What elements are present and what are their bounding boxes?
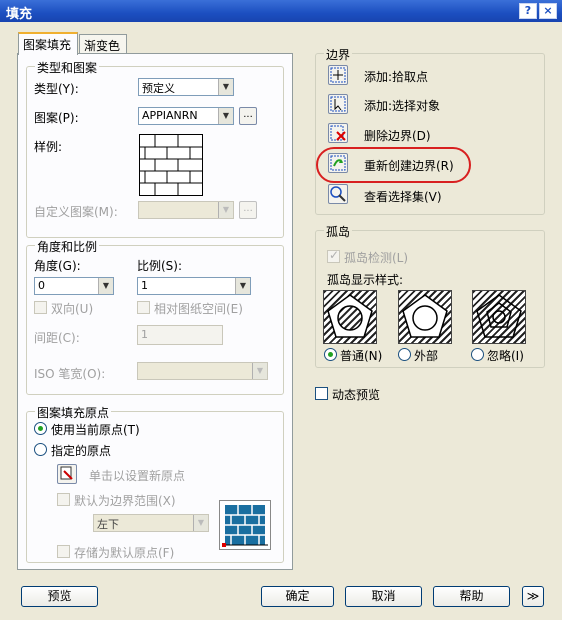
custom-pattern-select[interactable]: ▼ — [138, 201, 234, 219]
iso-pen-label: ISO 笔宽(O): — [34, 367, 106, 381]
island-ignore-icon — [476, 294, 522, 338]
brick-pattern-icon — [140, 135, 202, 195]
custom-pattern-label: 自定义图案(M): — [34, 205, 118, 219]
store-default-label: 存储为默认原点(F) — [74, 546, 175, 560]
preview-button[interactable]: 预览 — [21, 586, 98, 607]
scale-select-value: 1 — [141, 279, 148, 292]
tab-gradient[interactable]: 渐变色 — [79, 34, 127, 54]
cancel-button[interactable]: 取消 — [345, 586, 422, 607]
islands-title: 孤岛 — [324, 223, 353, 240]
island-normal-preview[interactable] — [323, 290, 377, 344]
scale-select[interactable]: 1 ▼ — [137, 277, 251, 295]
close-icon[interactable]: × — [539, 3, 557, 19]
spacing-input[interactable]: 1 — [137, 325, 223, 345]
select-objects-icon — [330, 96, 346, 112]
chevron-down-icon: ▼ — [218, 79, 233, 95]
angle-select-value: 0 — [38, 279, 45, 292]
island-detection-checkbox[interactable] — [327, 248, 340, 263]
origin-position-value: 左下 — [97, 518, 119, 531]
angle-label: 角度(G): — [34, 259, 81, 273]
island-normal-radio[interactable] — [324, 348, 337, 361]
origin-preview — [219, 500, 271, 550]
spacing-input-value: 1 — [141, 328, 148, 341]
chevron-down-icon: ▼ — [218, 202, 233, 218]
pick-points-icon — [330, 67, 346, 83]
island-outer-radio[interactable] — [398, 348, 411, 361]
view-selections-button[interactable] — [328, 184, 348, 204]
remove-boundaries-label: 删除边界(D) — [364, 129, 431, 143]
sample-label: 样例: — [34, 140, 63, 154]
specified-origin-radio[interactable] — [34, 443, 47, 456]
chevron-down-icon: ▼ — [98, 278, 113, 294]
angle-select[interactable]: 0 ▼ — [34, 277, 114, 295]
add-pick-points-button[interactable] — [328, 65, 348, 85]
tab-hatch-label: 图案填充 — [23, 38, 72, 52]
default-extents-label: 默认为边界范围(X) — [74, 494, 176, 508]
use-current-origin-label: 使用当前原点(T) — [51, 423, 140, 437]
chevron-down-icon: ▼ — [218, 108, 233, 124]
window-title: 填充 — [6, 7, 33, 22]
double-label: 双向(U) — [51, 302, 94, 316]
island-normal-label: 普通(N) — [340, 349, 383, 363]
remove-boundary-icon — [330, 125, 346, 141]
default-extents-checkbox[interactable] — [57, 493, 70, 506]
scale-label: 比例(S): — [137, 259, 183, 273]
island-outer-label: 外部 — [414, 349, 439, 363]
angle-scale-title: 角度和比例 — [35, 238, 100, 255]
chevron-down-icon: ▼ — [235, 278, 250, 294]
type-select[interactable]: 预定义 ▼ — [138, 78, 234, 96]
use-current-origin-radio[interactable] — [34, 422, 47, 435]
island-ignore-label: 忽略(I) — [487, 349, 524, 363]
island-ignore-preview[interactable] — [472, 290, 526, 344]
add-select-objects-button[interactable] — [328, 94, 348, 114]
origin-title: 图案填充原点 — [35, 404, 112, 421]
island-detection-label: 孤岛检测(L) — [344, 251, 409, 265]
tab-gradient-label: 渐变色 — [84, 39, 121, 53]
pick-origin-icon — [60, 466, 73, 480]
add-pick-points-label: 添加:拾取点 — [364, 70, 429, 84]
chevron-down-icon: ▼ — [193, 515, 208, 531]
dynamic-preview-checkbox[interactable] — [315, 387, 328, 400]
origin-brick-icon — [222, 505, 268, 547]
spacing-label: 间距(C): — [34, 331, 80, 345]
island-ignore-radio[interactable] — [471, 348, 484, 361]
store-default-checkbox[interactable] — [57, 545, 70, 558]
pattern-select[interactable]: APPIANRN ▼ — [138, 107, 234, 125]
island-style-label: 孤岛显示样式: — [327, 273, 404, 287]
island-normal-icon — [327, 294, 373, 338]
custom-browse-button[interactable]: ... — [239, 201, 257, 219]
set-origin-button[interactable] — [57, 464, 77, 484]
double-checkbox[interactable] — [34, 301, 47, 314]
ok-button[interactable]: 确定 — [261, 586, 334, 607]
boundaries-title: 边界 — [324, 46, 353, 63]
pattern-browse-button[interactable]: ... — [239, 107, 257, 125]
type-select-value: 预定义 — [142, 82, 175, 95]
dynamic-preview-label: 动态预览 — [332, 388, 381, 402]
type-label: 类型(Y): — [34, 82, 79, 96]
view-selections-label: 查看选择集(V) — [364, 190, 442, 204]
magnifier-icon — [330, 186, 346, 202]
add-select-objects-label: 添加:选择对象 — [364, 99, 441, 113]
help-title-button[interactable]: ? — [519, 3, 537, 19]
origin-position-select[interactable]: 左下 ▼ — [93, 514, 209, 532]
hatch-dialog: 填充 ? × 图案填充 渐变色 类型和图案 角度和比例 图案填充原点 类型(Y)… — [0, 0, 562, 620]
title-bar: 填充 — [0, 0, 562, 22]
remove-boundaries-button[interactable] — [328, 123, 348, 143]
specified-origin-label: 指定的原点 — [51, 444, 112, 458]
pattern-swatch[interactable] — [139, 134, 203, 196]
highlight-oval — [316, 147, 471, 183]
relative-paper-checkbox[interactable] — [137, 301, 150, 314]
more-options-button[interactable]: ≫ — [522, 586, 544, 607]
set-origin-label: 单击以设置新原点 — [89, 469, 186, 483]
pattern-label: 图案(P): — [34, 111, 79, 125]
island-outer-icon — [402, 294, 448, 338]
pattern-select-value: APPIANRN — [142, 109, 198, 122]
type-pattern-title: 类型和图案 — [35, 59, 100, 76]
chevron-down-icon: ▼ — [252, 363, 267, 379]
island-outer-preview[interactable] — [398, 290, 452, 344]
help-button[interactable]: 帮助 — [433, 586, 510, 607]
relative-paper-label: 相对图纸空间(E) — [154, 302, 243, 316]
tab-hatch[interactable]: 图案填充 — [18, 32, 78, 55]
iso-pen-select[interactable]: ▼ — [137, 362, 268, 380]
